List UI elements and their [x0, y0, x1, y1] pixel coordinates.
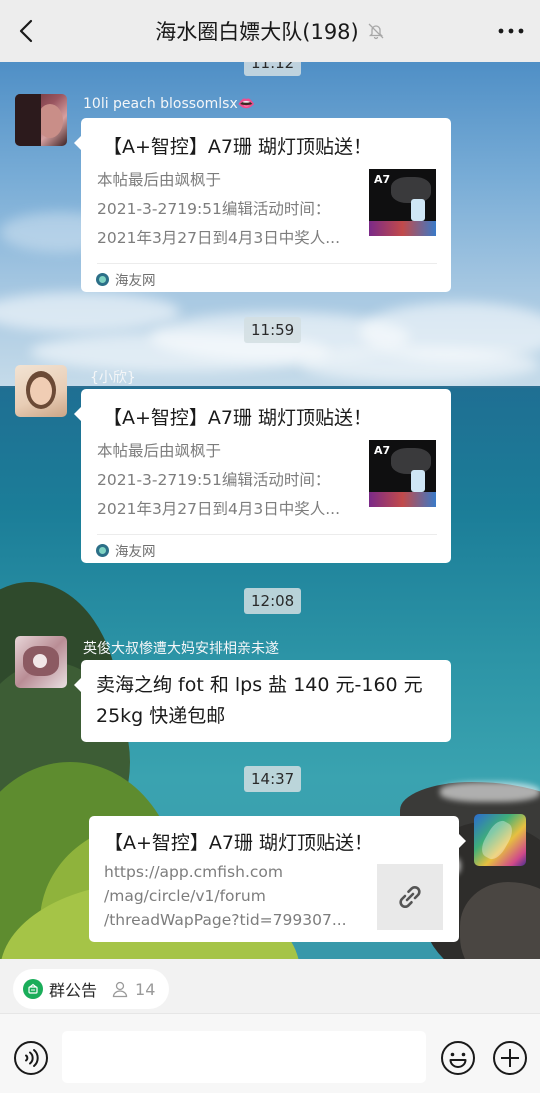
back-arrow-icon[interactable]: [14, 17, 42, 45]
shared-article-card[interactable]: 【A+智控】A7珊 瑚灯顶贴送！ 本帖最后由飒枫于 2021-3-2719:51…: [74, 118, 451, 292]
shared-article-card[interactable]: 【A+智控】A7珊 瑚灯顶贴送！ 本帖最后由飒枫于 2021-3-2719:51…: [74, 389, 451, 563]
add-icon[interactable]: [492, 1040, 528, 1076]
card-title: 【A+智控】A7珊 瑚灯顶贴送！: [103, 407, 373, 429]
card-title: 【A+智控】A7珊 瑚灯顶贴送！: [103, 136, 373, 158]
card-thumbnail: A7: [369, 169, 436, 236]
timestamp: 12:08: [244, 588, 302, 614]
shared-link-card[interactable]: 【A+智控】A7珊 瑚灯顶贴送！ https://app.cmfish.com …: [89, 816, 466, 942]
announcement-icon: [23, 979, 43, 999]
source-app-icon: [96, 272, 109, 286]
more-dots-icon[interactable]: [496, 17, 526, 45]
group-notice-area: 群公告 14: [0, 959, 540, 1013]
group-notice-button[interactable]: 群公告 14: [13, 969, 170, 1009]
emoji-icon[interactable]: [440, 1040, 476, 1076]
mute-bell-icon: [368, 23, 384, 40]
person-icon: [112, 981, 128, 998]
avatar[interactable]: [15, 636, 67, 688]
voice-icon[interactable]: [13, 1040, 49, 1076]
link-url: https://app.cmfish.com /mag/circle/v1/fo…: [104, 863, 347, 929]
link-icon: [399, 885, 421, 909]
timestamp: 14:37: [244, 766, 302, 792]
message-text-line: 25kg 快递包邮: [96, 705, 226, 727]
link-thumbnail: [377, 864, 443, 930]
source-app-icon: [96, 543, 109, 557]
chat-header: 海水圈白嫖大队(198): [0, 0, 540, 62]
card-thumbnail: A7: [369, 440, 436, 507]
card-source: 海友网: [96, 269, 156, 289]
my-avatar[interactable]: [474, 814, 526, 866]
avatar[interactable]: [15, 94, 67, 146]
avatar[interactable]: [15, 365, 67, 417]
sender-nickname: {小欣}: [90, 370, 136, 386]
sender-nickname: 英俊大叔惨遭大妈安排相亲未遂: [83, 641, 279, 657]
chat-title: 海水圈白嫖大队(198): [155, 20, 359, 44]
chat-title-wrap: 海水圈白嫖大队(198): [155, 16, 384, 46]
message-input[interactable]: [62, 1031, 426, 1083]
notice-label: 群公告: [49, 981, 98, 1000]
member-count: 14: [135, 979, 156, 999]
sender-nickname: 10li peach blossomlsx👄: [83, 96, 256, 112]
message-input-bar: [0, 1013, 540, 1093]
card-source: 海友网: [96, 540, 156, 560]
card-title: 【A+智控】A7珊 瑚灯顶贴送！: [104, 832, 374, 854]
text-message-bubble[interactable]: 卖海之绚 fot 和 lps 盐 140 元-160 元 25kg 快递包邮: [74, 660, 451, 742]
message-text-line: 卖海之绚 fot 和 lps 盐 140 元-160 元: [96, 674, 423, 696]
card-description: 本帖最后由飒枫于 2021-3-2719:51编辑活动时间： 2021年3月27…: [97, 171, 341, 247]
card-description: 本帖最后由飒枫于 2021-3-2719:51编辑活动时间： 2021年3月27…: [97, 442, 341, 518]
timestamp: 11:59: [244, 317, 302, 343]
